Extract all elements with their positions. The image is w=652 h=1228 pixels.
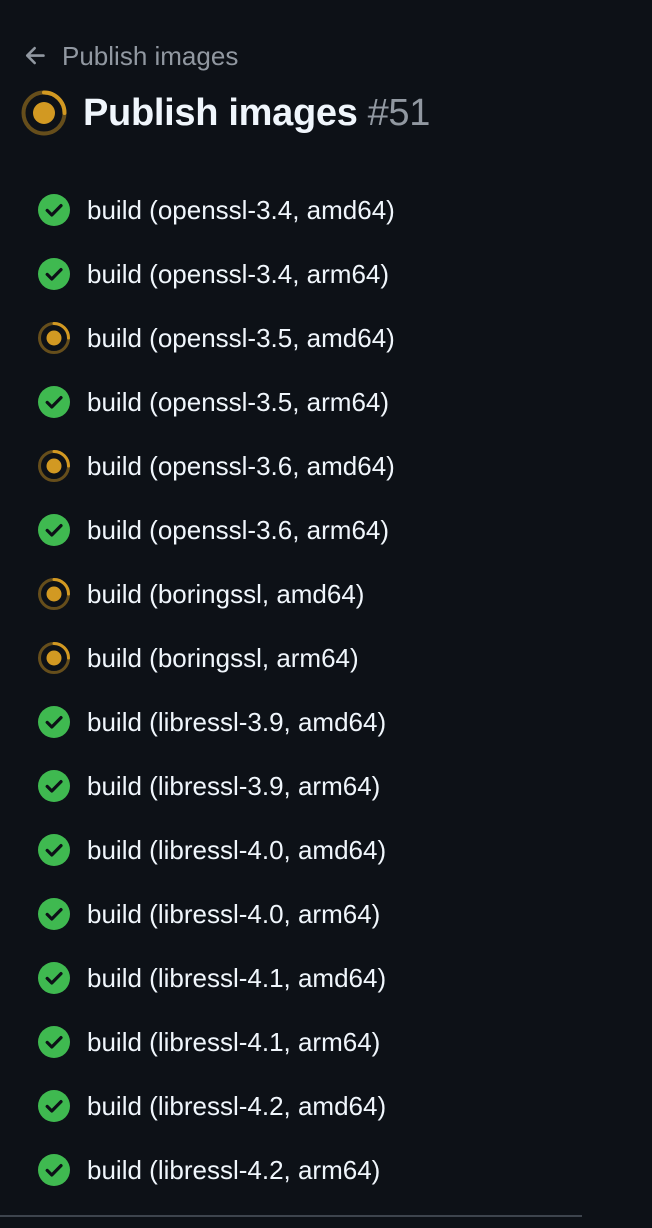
check-circle-icon	[38, 706, 70, 738]
in-progress-icon	[38, 322, 70, 354]
job-item[interactable]: build (libressl-3.9, amd64)	[0, 690, 600, 754]
check-circle-icon	[38, 770, 70, 802]
job-label: build (libressl-4.2, amd64)	[87, 1090, 387, 1121]
workflow-name: Publish images	[83, 91, 358, 134]
job-item[interactable]: build (openssl-3.6, arm64)	[0, 498, 600, 562]
workflow-run-header: Publish images #51	[20, 88, 430, 138]
job-item[interactable]: build (libressl-4.1, amd64)	[0, 946, 600, 1010]
job-label: build (libressl-3.9, amd64)	[87, 706, 387, 737]
check-circle-icon	[38, 1026, 70, 1058]
check-circle-icon	[38, 1154, 70, 1186]
check-circle-icon	[38, 194, 70, 226]
in-progress-icon	[21, 90, 67, 136]
job-label: build (openssl-3.5, arm64)	[87, 386, 390, 417]
job-label: build (libressl-4.0, amd64)	[87, 834, 387, 865]
job-item[interactable]: build (openssl-3.4, arm64)	[0, 242, 600, 306]
check-circle-icon	[38, 386, 70, 418]
job-label: build (libressl-4.0, arm64)	[87, 898, 381, 929]
check-circle-icon	[38, 898, 70, 930]
in-progress-icon	[38, 578, 70, 610]
job-item[interactable]: build (openssl-3.5, arm64)	[0, 370, 600, 434]
divider	[0, 1215, 582, 1217]
job-item[interactable]: build (libressl-4.2, arm64)	[0, 1138, 600, 1202]
job-label: build (openssl-3.4, amd64)	[87, 194, 395, 225]
job-label: build (libressl-4.1, amd64)	[87, 962, 387, 993]
job-label: build (openssl-3.6, arm64)	[87, 514, 390, 545]
job-item[interactable]: build (openssl-3.5, amd64)	[0, 306, 600, 370]
in-progress-icon	[38, 450, 70, 482]
job-item[interactable]: build (libressl-4.0, amd64)	[0, 818, 600, 882]
job-item[interactable]: build (libressl-4.1, arm64)	[0, 1010, 600, 1074]
job-item[interactable]: build (openssl-3.4, amd64)	[0, 178, 600, 242]
check-circle-icon	[38, 1090, 70, 1122]
check-circle-icon	[38, 258, 70, 290]
job-label: build (boringssl, arm64)	[87, 642, 359, 673]
job-label: build (libressl-3.9, arm64)	[87, 770, 381, 801]
job-item[interactable]: build (boringssl, amd64)	[0, 562, 600, 626]
check-circle-icon	[38, 514, 70, 546]
in-progress-icon	[38, 642, 70, 674]
jobs-list: build (openssl-3.4, amd64) build (openssl…	[0, 178, 600, 1202]
arrow-left-icon	[25, 46, 45, 65]
job-label: build (openssl-3.4, arm64)	[87, 258, 390, 289]
job-item[interactable]: build (boringssl, arm64)	[0, 626, 600, 690]
back-link[interactable]: Publish images	[22, 38, 238, 74]
back-link-label: Publish images	[62, 40, 239, 71]
run-number: #51	[367, 91, 431, 134]
job-label: build (libressl-4.2, arm64)	[87, 1154, 381, 1185]
check-circle-icon	[38, 962, 70, 994]
job-label: build (openssl-3.5, amd64)	[87, 322, 395, 353]
job-label: build (boringssl, amd64)	[87, 578, 365, 609]
check-circle-icon	[38, 834, 70, 866]
page-title: Publish images #51	[83, 92, 430, 135]
job-item[interactable]: build (libressl-4.0, arm64)	[0, 882, 600, 946]
job-item[interactable]: build (openssl-3.6, amd64)	[0, 434, 600, 498]
job-item[interactable]: build (libressl-4.2, amd64)	[0, 1074, 600, 1138]
job-label: build (openssl-3.6, amd64)	[87, 450, 395, 481]
job-item[interactable]: build (libressl-3.9, arm64)	[0, 754, 600, 818]
job-label: build (libressl-4.1, arm64)	[87, 1026, 381, 1057]
